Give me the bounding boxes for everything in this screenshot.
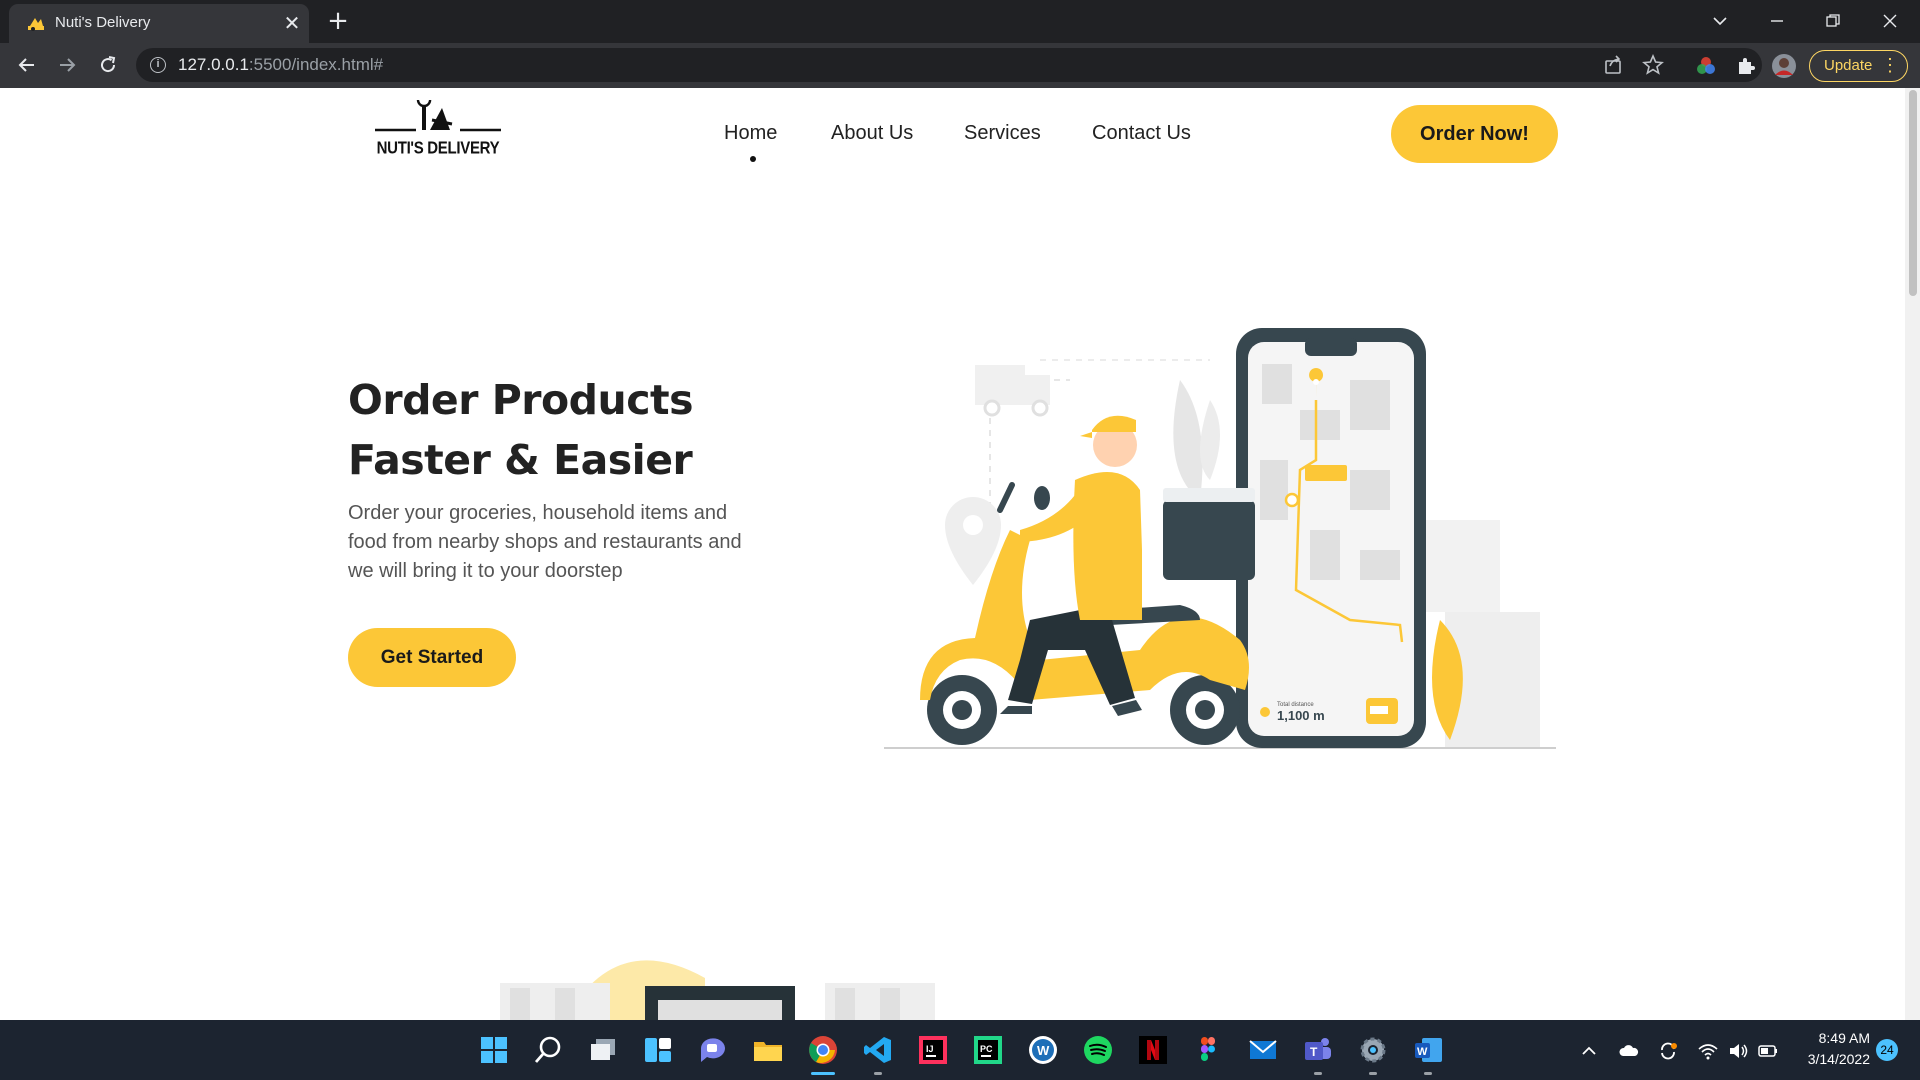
svg-text:W: W [1417, 1046, 1428, 1058]
share-icon[interactable] [1602, 54, 1624, 76]
browser-tab-strip: Nuti's Delivery ✕ + [0, 0, 1920, 43]
more-menu-icon[interactable]: ⋮ [1881, 51, 1899, 80]
new-tab-button[interactable]: + [325, 8, 351, 34]
order-now-button[interactable]: Order Now! [1391, 105, 1558, 163]
minimize-icon[interactable] [1757, 6, 1797, 36]
onedrive-cloud-icon[interactable] [1618, 1040, 1640, 1062]
nav-services[interactable]: Services [964, 122, 1041, 145]
file-explorer-icon[interactable] [752, 1034, 784, 1066]
address-bar[interactable]: i 127.0.0.1:5500/index.html# [136, 48, 1762, 82]
url-text: 127.0.0.1:5500/index.html# [178, 55, 384, 74]
back-icon[interactable] [11, 49, 43, 81]
chrome-active-indicator [811, 1072, 835, 1075]
start-windows-icon[interactable] [478, 1034, 510, 1066]
spotify-icon[interactable] [1082, 1034, 1114, 1066]
browser-tab[interactable]: Nuti's Delivery ✕ [9, 4, 309, 43]
clock-time[interactable]: 8:49 AM [1800, 1030, 1870, 1046]
color-picker-extension-icon[interactable] [1694, 54, 1718, 78]
netflix-icon[interactable] [1137, 1034, 1169, 1066]
browser-toolbar: i 127.0.0.1:5500/index.html# Update ⋮ [0, 43, 1920, 88]
svg-text:PC: PC [980, 1044, 993, 1054]
sync-update-icon[interactable] [1657, 1040, 1679, 1062]
show-hidden-icons-chevron-icon[interactable] [1578, 1040, 1600, 1062]
nav-about-us[interactable]: About Us [831, 122, 913, 145]
teams-icon[interactable]: T [1302, 1034, 1334, 1066]
next-section-illustration [500, 960, 935, 1020]
vscode-icon[interactable] [862, 1034, 894, 1066]
distance-value: 1,100 m [1277, 708, 1325, 723]
svg-text:W: W [1037, 1043, 1050, 1058]
wordpress-app-icon[interactable]: W [1027, 1034, 1059, 1066]
chrome-icon[interactable] [807, 1034, 839, 1066]
settings-gear-icon[interactable] [1357, 1034, 1389, 1066]
teams-chat-icon[interactable] [697, 1034, 729, 1066]
notification-count-badge[interactable]: 24 [1876, 1039, 1898, 1061]
word-icon[interactable]: W [1412, 1034, 1444, 1066]
widgets-icon[interactable] [642, 1034, 674, 1066]
vscode-running-indicator [874, 1072, 882, 1075]
profile-avatar-icon[interactable] [1772, 54, 1796, 78]
task-view-icon[interactable] [587, 1034, 619, 1066]
site-info-icon[interactable]: i [150, 57, 166, 73]
nav-contact-us[interactable]: Contact Us [1092, 122, 1191, 145]
bookmark-star-icon[interactable] [1642, 54, 1664, 76]
site-logo[interactable]: NUTI'S DELIVERY [372, 92, 504, 162]
nav-home[interactable]: Home [724, 122, 777, 145]
mail-icon[interactable] [1247, 1034, 1279, 1066]
clock-date[interactable]: 3/14/2022 [1790, 1051, 1870, 1067]
hero-title: Order Products Faster & Easier [348, 376, 694, 484]
tab-close-icon[interactable]: ✕ [281, 12, 303, 34]
windows-taskbar: IJ PC W T W 8:49 AM 3/14/2022 24 [0, 1020, 1920, 1080]
scrollbar-thumb[interactable] [1909, 90, 1917, 296]
page-scrollbar[interactable] [1905, 88, 1920, 1020]
battery-icon[interactable] [1757, 1040, 1779, 1062]
word-running-indicator [1424, 1072, 1432, 1075]
logo-mark-icon [375, 92, 501, 132]
search-icon[interactable] [532, 1034, 564, 1066]
wifi-icon[interactable] [1697, 1040, 1719, 1062]
forward-icon[interactable] [51, 49, 83, 81]
active-nav-indicator [750, 156, 756, 162]
site-favicon-icon [28, 18, 44, 31]
restore-icon[interactable] [1813, 6, 1853, 36]
svg-text:T: T [1310, 1045, 1318, 1059]
reload-icon[interactable] [92, 49, 124, 81]
svg-text:IJ: IJ [926, 1044, 934, 1054]
figma-icon[interactable] [1192, 1034, 1224, 1066]
hero-subtitle: Order your groceries, household items an… [348, 502, 742, 582]
get-started-button[interactable]: Get Started [348, 628, 516, 687]
pycharm-icon[interactable]: PC [972, 1034, 1004, 1066]
settings-running-indicator [1369, 1072, 1377, 1075]
logo-text: NUTI'S DELIVERY [376, 138, 500, 159]
web-page: NUTI'S DELIVERY Home About Us Services C… [0, 88, 1905, 1020]
teams-running-indicator [1314, 1072, 1322, 1075]
volume-icon[interactable] [1727, 1040, 1749, 1062]
intellij-icon[interactable]: IJ [917, 1034, 949, 1066]
update-button[interactable]: Update ⋮ [1809, 50, 1908, 82]
close-window-icon[interactable] [1870, 6, 1910, 36]
delivery-scooter-illustration: Total distance 1,100 m [884, 328, 1556, 749]
extensions-puzzle-icon[interactable] [1734, 54, 1758, 78]
tab-title: Nuti's Delivery [55, 14, 151, 31]
tab-search-chevron-icon[interactable] [1700, 6, 1740, 36]
